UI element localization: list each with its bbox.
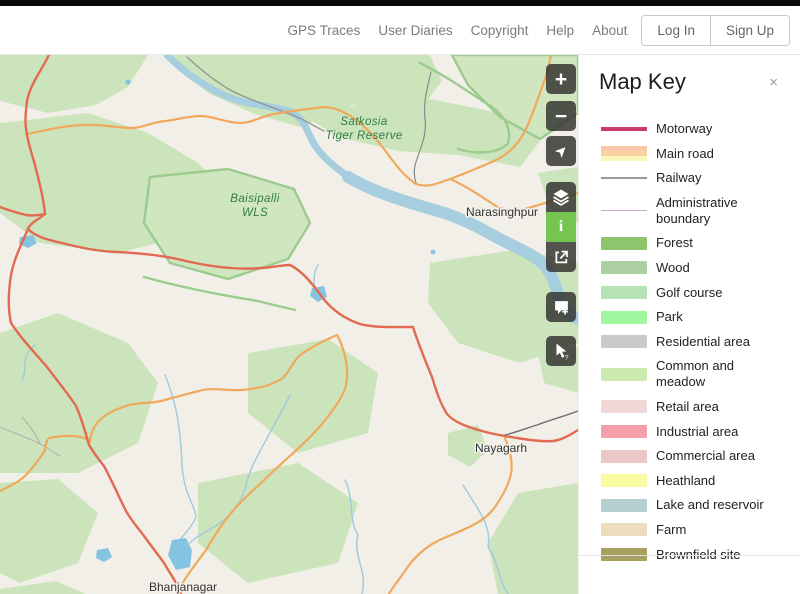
zoom-in-button[interactable]: + [546, 64, 576, 94]
legend-swatch [601, 177, 647, 179]
nav-link[interactable]: About [592, 23, 627, 38]
map-label: Bhanjanagar [149, 580, 217, 594]
info-icon: i [559, 218, 563, 236]
legend-swatch [601, 210, 647, 211]
legend-swatch [601, 400, 647, 413]
map-label: WLS [242, 207, 268, 219]
signup-button[interactable]: Sign Up [711, 16, 789, 45]
legend-label: Administrative boundary [656, 195, 778, 227]
map-label: Tiger Reserve [325, 130, 402, 142]
legend-item: Motorway [601, 121, 788, 137]
legend-swatch [601, 261, 647, 274]
legend-item: Lake and reservoir [601, 497, 788, 513]
osm-page: { "header": { "nav_links": ["GPS Traces"… [0, 0, 800, 594]
legend-label: Lake and reservoir [656, 497, 764, 513]
legend-swatch [601, 127, 647, 131]
legend-item: Main road [601, 146, 788, 162]
panel-divider [579, 555, 800, 556]
legend-label: Industrial area [656, 424, 738, 440]
map-label: Nayagarh [475, 441, 527, 455]
svg-text:?: ? [565, 354, 569, 360]
legend-label: Golf course [656, 285, 722, 301]
locate-arrow-icon: ➤ [550, 140, 572, 162]
note-icon [553, 299, 570, 316]
layers-icon [552, 188, 570, 206]
minus-icon: − [555, 106, 567, 127]
close-icon[interactable]: × [765, 71, 782, 94]
map-label: Satkosia [340, 116, 387, 128]
map-label: Baisipalli [230, 193, 279, 205]
nav-link[interactable]: User Diaries [378, 23, 452, 38]
legend-label: Forest [656, 235, 693, 251]
legend-swatch [601, 286, 647, 299]
legend-swatch [601, 368, 647, 381]
legend-swatch [601, 237, 647, 250]
legend-item: Park [601, 309, 788, 325]
add-note-button[interactable] [546, 292, 576, 322]
legend-item: Heathland [601, 473, 788, 489]
legend-label: Farm [656, 522, 686, 538]
legend-label: Wood [656, 260, 690, 276]
auth-buttons: Log In Sign Up [641, 15, 790, 46]
nav-link[interactable]: GPS Traces [288, 23, 361, 38]
legend-item: Forest [601, 235, 788, 251]
legend-swatch [601, 523, 647, 536]
nav-link[interactable]: Copyright [471, 23, 529, 38]
legend-swatch [601, 474, 647, 487]
legend-label: Common and meadow [656, 358, 778, 390]
legend-label: Railway [656, 170, 702, 186]
header-nav: GPS Traces User Diaries Copyright Help About [288, 23, 628, 38]
layers-button[interactable] [546, 182, 576, 212]
legend-item: Residential area [601, 334, 788, 350]
login-button[interactable]: Log In [642, 16, 711, 45]
legend-label: Retail area [656, 399, 719, 415]
legend-swatch [601, 499, 647, 512]
share-button[interactable] [546, 242, 576, 272]
legend-swatch [601, 311, 647, 324]
map-key-button[interactable]: i [546, 212, 576, 242]
legend-item: Railway [601, 170, 788, 186]
legend-item: Common and meadow [601, 358, 788, 390]
site-header: GPS Traces User Diaries Copyright Help About… [0, 6, 800, 55]
plus-icon: + [555, 69, 567, 90]
legend-label: Heathland [656, 473, 715, 489]
legend-item: Farm [601, 522, 788, 538]
map-label: Narasinghpur [466, 205, 538, 219]
legend-list: Motorway Main road Railway Administrativ… [579, 121, 800, 563]
legend-label: Commercial area [656, 448, 755, 464]
map-graphic: Satkosia Tiger Reserve Baisipalli WLS Narasi… [0, 55, 578, 594]
zoom-out-button[interactable]: − [546, 101, 576, 131]
legend-swatch [601, 425, 647, 438]
map-canvas[interactable]: Satkosia Tiger Reserve Baisipalli WLS Narasi… [0, 55, 578, 594]
share-icon [553, 249, 569, 265]
legend-label: Motorway [656, 121, 712, 137]
legend-item: Golf course [601, 285, 788, 301]
legend-label: Main road [656, 146, 714, 162]
map-key-header: Map Key × [579, 55, 800, 95]
legend-swatch [601, 450, 647, 463]
legend-item: Wood [601, 260, 788, 276]
legend-swatch [601, 335, 647, 348]
query-features-button[interactable]: ? [546, 336, 576, 366]
locate-button[interactable]: ➤ [546, 136, 576, 166]
legend-label: Park [656, 309, 683, 325]
legend-item: Retail area [601, 399, 788, 415]
legend-item: Industrial area [601, 424, 788, 440]
query-cursor-icon: ? [552, 342, 570, 360]
legend-swatch [601, 146, 647, 161]
legend-item: Commercial area [601, 448, 788, 464]
map-key-title: Map Key [599, 69, 686, 95]
legend-label: Residential area [656, 334, 750, 350]
legend-item: Administrative boundary [601, 195, 788, 227]
nav-link[interactable]: Help [546, 23, 574, 38]
map-key-panel: Map Key × Motorway Main road Railway Adm… [578, 55, 800, 594]
